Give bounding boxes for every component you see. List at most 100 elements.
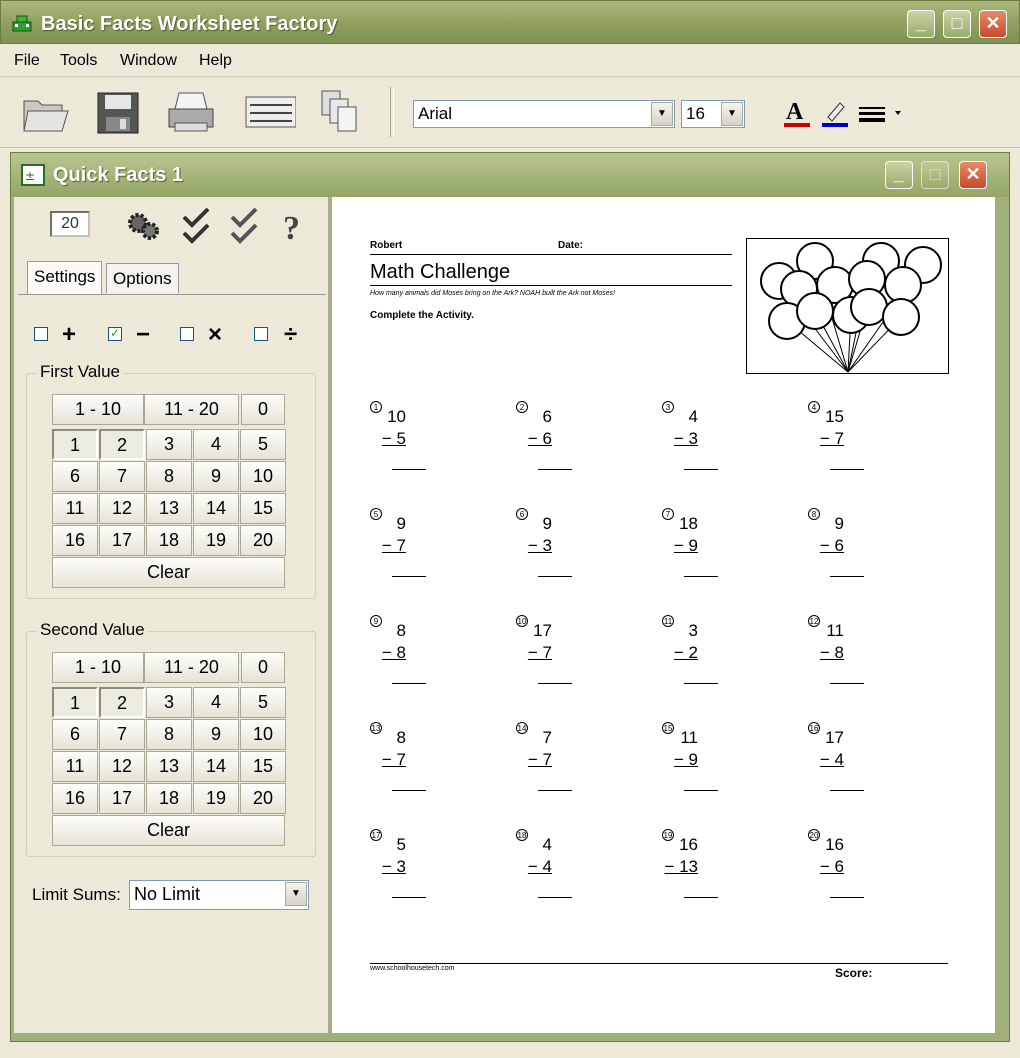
second-value-number-button[interactable]: 12 <box>99 751 145 782</box>
second-value-number-button[interactable]: 8 <box>146 719 192 750</box>
first-value-number-button[interactable]: 20 <box>240 525 286 556</box>
first-value-range-button[interactable]: 11 - 20 <box>144 394 239 425</box>
first-value-clear-button[interactable]: Clear <box>52 557 285 588</box>
division-checkbox[interactable] <box>254 327 268 341</box>
problem-minuend: 10 <box>387 407 406 426</box>
maximize-button[interactable]: □ <box>943 10 971 38</box>
chevron-down-icon[interactable]: ▼ <box>285 882 307 906</box>
addition-checkbox[interactable] <box>34 327 48 341</box>
problem-number: 19 <box>662 829 674 841</box>
math-problem: 14 7 − 7 <box>516 722 646 822</box>
highlight-pen-icon[interactable] <box>820 97 850 129</box>
second-value-number-button[interactable]: 5 <box>240 687 286 718</box>
math-problem: 15 11 − 9 <box>662 722 792 822</box>
second-value-number-button[interactable]: 15 <box>240 751 286 782</box>
second-value-number-button[interactable]: 4 <box>193 687 239 718</box>
check-answers-icon[interactable] <box>180 205 214 247</box>
first-value-number-button[interactable]: 16 <box>52 525 98 556</box>
menu-window[interactable]: Window <box>120 52 177 70</box>
first-value-number-button[interactable]: 3 <box>146 429 192 460</box>
minimize-button[interactable]: _ <box>907 10 935 38</box>
font-family-value: Arial <box>418 104 453 123</box>
second-value-number-button[interactable]: 20 <box>240 783 286 814</box>
worksheet-icon[interactable] <box>244 87 296 137</box>
second-value-number-button[interactable]: 3 <box>146 687 192 718</box>
second-value-number-button[interactable]: 17 <box>99 783 145 814</box>
multiplication-checkbox[interactable] <box>180 327 194 341</box>
first-value-number-button[interactable]: 19 <box>193 525 239 556</box>
first-value-number-button[interactable]: 1 <box>52 429 98 460</box>
first-value-number-button[interactable]: 7 <box>99 461 145 492</box>
doc-maximize-button[interactable]: □ <box>921 161 949 189</box>
problem-count-input[interactable]: 20 <box>50 211 90 237</box>
first-value-range-button[interactable]: 1 - 10 <box>52 394 144 425</box>
second-value-number-button[interactable]: 10 <box>240 719 286 750</box>
first-value-number-button[interactable]: 17 <box>99 525 145 556</box>
problem-minuend: 3 <box>688 621 698 640</box>
first-value-number-button[interactable]: 11 <box>52 493 98 524</box>
answer-line <box>392 790 426 791</box>
print-icon[interactable] <box>165 87 217 137</box>
answer-key-icon[interactable] <box>228 205 262 247</box>
subtraction-checkbox[interactable]: ✓ <box>108 327 122 341</box>
menu-help[interactable]: Help <box>199 52 232 70</box>
second-value-clear-button[interactable]: Clear <box>52 815 285 846</box>
first-value-number-button[interactable]: 15 <box>240 493 286 524</box>
first-value-number-button[interactable]: 4 <box>193 429 239 460</box>
help-question-icon[interactable]: ? <box>280 205 306 247</box>
first-value-number-button[interactable]: 13 <box>146 493 192 524</box>
first-value-number-button[interactable]: 10 <box>240 461 286 492</box>
first-value-number-button[interactable]: 8 <box>146 461 192 492</box>
first-value-number-button[interactable]: 5 <box>240 429 286 460</box>
answer-line <box>684 576 718 577</box>
second-value-number-button[interactable]: 18 <box>146 783 192 814</box>
score-label: Score: <box>835 966 873 980</box>
chevron-down-icon[interactable]: ▼ <box>721 102 743 126</box>
second-value-number-button[interactable]: 16 <box>52 783 98 814</box>
second-value-number-button[interactable]: 14 <box>193 751 239 782</box>
save-disk-icon[interactable] <box>92 87 144 137</box>
second-value-number-button[interactable]: 9 <box>193 719 239 750</box>
balloons-illustration <box>760 242 942 373</box>
first-value-number-button[interactable]: 12 <box>99 493 145 524</box>
multiplication-symbol: × <box>208 321 223 348</box>
second-value-number-button[interactable]: 19 <box>193 783 239 814</box>
tab-options[interactable]: Options <box>106 263 179 293</box>
limit-sums-value: No Limit <box>134 884 201 904</box>
tab-settings[interactable]: Settings <box>27 261 103 295</box>
second-value-number-button[interactable]: 1 <box>52 687 98 718</box>
menu-file[interactable]: File <box>14 52 40 70</box>
math-problem: 19 16 − 13 <box>662 829 792 929</box>
chevron-down-icon[interactable]: ▼ <box>651 102 673 126</box>
math-problem: 8 9 − 6 <box>808 508 938 608</box>
first-value-number-button[interactable]: 9 <box>193 461 239 492</box>
first-value-range-button[interactable]: 0 <box>241 394 285 425</box>
problem-minuend: 18 <box>679 514 698 533</box>
copies-icon[interactable] <box>318 87 370 137</box>
footer-rule <box>370 963 948 964</box>
font-color-icon[interactable]: A <box>782 97 812 129</box>
doc-minimize-button[interactable]: _ <box>885 161 913 189</box>
second-value-range-button[interactable]: 1 - 10 <box>52 652 144 683</box>
first-value-number-button[interactable]: 14 <box>193 493 239 524</box>
close-button[interactable]: ✕ <box>979 10 1007 38</box>
first-value-number-button[interactable]: 6 <box>52 461 98 492</box>
line-weight-icon[interactable] <box>857 103 907 123</box>
second-value-number-button[interactable]: 13 <box>146 751 192 782</box>
gear-cluster-icon[interactable] <box>124 209 164 243</box>
doc-close-button[interactable]: ✕ <box>959 161 987 189</box>
open-folder-icon[interactable] <box>18 87 70 137</box>
first-value-number-button[interactable]: 18 <box>146 525 192 556</box>
menu-tools[interactable]: Tools <box>60 52 97 70</box>
limit-sums-select[interactable]: No Limit ▼ <box>129 880 309 910</box>
problem-minuend: 9 <box>396 514 406 533</box>
font-family-select[interactable]: Arial ▼ <box>413 100 675 128</box>
font-size-select[interactable]: 16 ▼ <box>681 100 745 128</box>
second-value-number-button[interactable]: 7 <box>99 719 145 750</box>
second-value-range-button[interactable]: 11 - 20 <box>144 652 239 683</box>
first-value-number-button[interactable]: 2 <box>99 429 145 460</box>
second-value-range-button[interactable]: 0 <box>241 652 285 683</box>
second-value-number-button[interactable]: 2 <box>99 687 145 718</box>
second-value-number-button[interactable]: 6 <box>52 719 98 750</box>
second-value-number-button[interactable]: 11 <box>52 751 98 782</box>
